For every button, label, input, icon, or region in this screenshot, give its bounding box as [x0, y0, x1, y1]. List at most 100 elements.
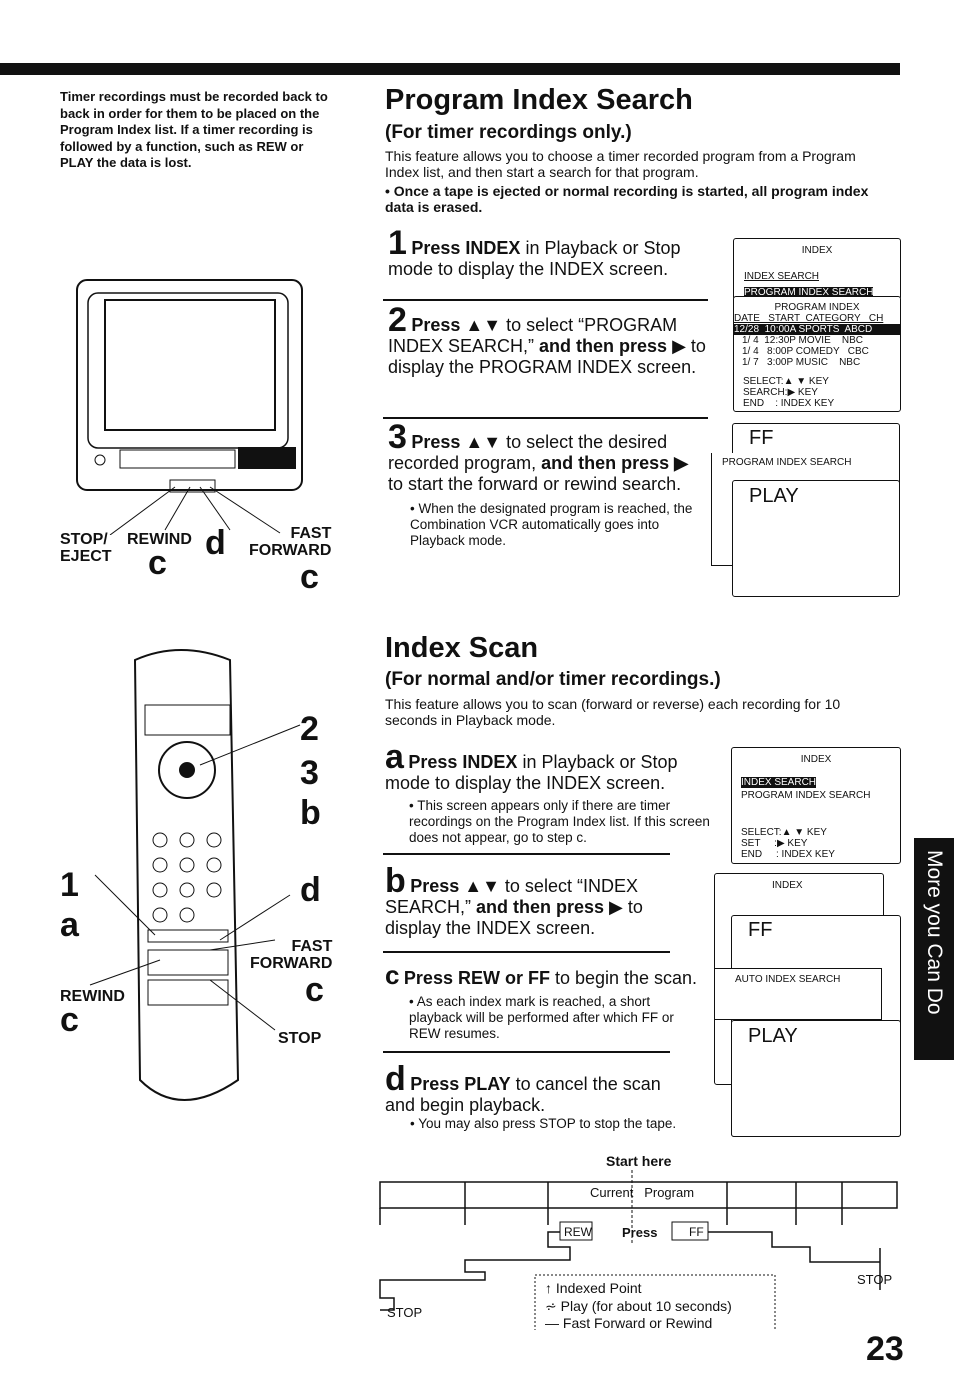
- pis-step-1: 1 Press INDEX in Playback or Stop mode t…: [388, 226, 713, 280]
- screen-item-selected: INDEX SEARCH: [741, 777, 817, 788]
- screen-ff-label: FF: [748, 919, 773, 941]
- section-title-scan: Index Scan: [385, 632, 539, 664]
- table-row: 1/ 4 8:00P COMEDY CBC: [742, 346, 869, 357]
- diagram-legend: ↑ Indexed Point ⩫ Play (for about 10 sec…: [545, 1280, 732, 1333]
- pis-bullet: • Once a tape is ejected or normal recor…: [385, 183, 869, 215]
- screen-index: INDEX INDEX SEARCH PROGRAM INDEX SEARCH: [733, 238, 901, 300]
- scan-step-a: a Press INDEX in Playback or Stop mode t…: [385, 740, 715, 846]
- step-ref: c: [148, 544, 167, 582]
- remote-illustration: [89, 649, 301, 1101]
- page-number: 23: [866, 1330, 904, 1368]
- program-label: Program: [644, 1185, 695, 1200]
- step-note: • This screen appears only if there are …: [409, 798, 710, 845]
- screen-play-label: PLAY: [748, 1025, 798, 1047]
- line-icon: —: [545, 1315, 563, 1331]
- step-ref: c: [305, 971, 324, 1009]
- screen-title: INDEX: [801, 245, 833, 256]
- step-ref: d: [205, 524, 226, 562]
- screen-label: PROGRAM INDEX SEARCH: [722, 457, 852, 468]
- key-hint: SEARCH:▶ KEY: [743, 387, 818, 398]
- key-hint: END : INDEX KEY: [741, 849, 835, 860]
- screen-item: PROGRAM INDEX SEARCH: [741, 790, 871, 801]
- scan-intro: This feature allows you to scan (forward…: [385, 696, 841, 728]
- screen-program-index: PROGRAM INDEX DATE START CATEGORY CH 12/…: [733, 296, 901, 412]
- left-note: Timer recordings must be recorded back t…: [60, 89, 328, 170]
- screen-ff-label: FF: [749, 427, 774, 449]
- screen-auto-search: AUTO INDEX SEARCH: [714, 968, 882, 1020]
- scan-step-c: c Press REW or FF to begin the scan. • A…: [385, 960, 715, 1042]
- rew-button-label: REW: [564, 1225, 592, 1239]
- legend-item: Play (for about 10 seconds): [560, 1297, 732, 1314]
- screen-title: INDEX: [772, 880, 803, 891]
- screen-title: INDEX: [800, 754, 832, 765]
- step-number: 1: [388, 224, 407, 262]
- step-ref: 1: [60, 866, 79, 904]
- label-stop-eject: STOP/ EJECT: [60, 531, 112, 565]
- step-ref: a: [60, 906, 79, 944]
- step-ref: 3: [300, 754, 319, 792]
- screen-play-scan: PLAY: [731, 1020, 901, 1137]
- screen-item: INDEX SEARCH: [744, 271, 820, 282]
- label-fast-forward: FAST FORWARD: [249, 525, 332, 559]
- step-bold: and then press ▶: [541, 453, 688, 473]
- step-bold: Press PLAY: [410, 1074, 511, 1094]
- pis-intro: This feature allows you to choose a time…: [385, 148, 856, 180]
- screen-label: AUTO INDEX SEARCH: [735, 974, 841, 985]
- step-note: • You may also press STOP to stop the ta…: [410, 1116, 677, 1131]
- current-label: Current: [590, 1185, 634, 1200]
- table-header: DATE START CATEGORY CH: [734, 313, 884, 324]
- scan-step-b: b Press ▲▼ to select “INDEX SEARCH,” and…: [385, 864, 685, 939]
- side-tab-label: More you Can Do: [923, 850, 946, 1015]
- scan-step-d: d Press PLAY to cancel the scan and begi…: [385, 1062, 685, 1116]
- manual-page: Timer recordings must be recorded back t…: [0, 0, 954, 1374]
- step-letter: d: [385, 1060, 406, 1098]
- table-row: 1/ 7 3:00P MUSIC NBC: [742, 357, 861, 368]
- label-stop: STOP: [278, 1030, 322, 1047]
- step-text: to begin the scan.: [549, 968, 698, 988]
- pis-step-3: 3 Press ▲▼ to select the desired recorde…: [388, 420, 703, 549]
- step-number: 2: [388, 301, 407, 339]
- step-ref: b: [300, 794, 321, 832]
- screen-title: PROGRAM INDEX: [774, 302, 860, 313]
- section-subtitle-scan: (For normal and/or timer recordings.): [385, 669, 721, 690]
- step-bold: and then press: [476, 897, 605, 917]
- screen-index-scan: INDEX INDEX SEARCH PROGRAM INDEX SEARCH …: [731, 747, 901, 864]
- label-current-program: Current Program: [590, 1185, 694, 1200]
- step-bold: Press ▲▼: [411, 315, 502, 335]
- top-rule: [0, 63, 900, 75]
- step-note: • As each index mark is reached, a short…: [409, 994, 674, 1041]
- key-hint: SELECT:▲ ▼ KEY: [741, 827, 827, 838]
- label-fast-forward: FAST FORWARD: [250, 938, 333, 972]
- legend-item: Indexed Point: [555, 1280, 642, 1296]
- step-letter: a: [385, 738, 404, 776]
- key-hint: SELECT:▲ ▼ KEY: [743, 376, 829, 387]
- step-ref: c: [300, 558, 319, 596]
- section-title-pis: Program Index Search: [385, 84, 693, 116]
- step-bold: Press ▲▼: [410, 876, 500, 896]
- key-hint: END : INDEX KEY: [743, 398, 835, 409]
- step-ref: d: [300, 871, 321, 909]
- step-bold: Press INDEX: [408, 752, 518, 772]
- step-ref: c: [60, 1001, 79, 1039]
- step-letter: c: [385, 960, 400, 990]
- step-bold: and then press: [539, 336, 668, 356]
- stop-label: STOP: [857, 1272, 893, 1287]
- step-bold: Press INDEX: [411, 238, 521, 258]
- section-subtitle-pis: (For timer recordings only.): [385, 122, 632, 143]
- step-note: • When the designated program is reached…: [410, 501, 693, 548]
- start-here-label: Start here: [606, 1153, 672, 1169]
- table-row-selected: 12/28 10:00A SPORTS ABCD: [734, 324, 900, 335]
- step-text: to start the forward or rewind search.: [388, 474, 682, 494]
- step-bold: Press ▲▼: [411, 432, 502, 452]
- key-hint: SET :▶ KEY: [741, 838, 808, 849]
- indexed-point-icon: ↑: [545, 1280, 556, 1296]
- step-number: 3: [388, 418, 407, 456]
- tv-vcr-illustration: [76, 279, 303, 535]
- screen-play-label: PLAY: [749, 485, 799, 507]
- side-tab: More you Can Do: [914, 838, 954, 1060]
- press-label: Press: [622, 1225, 658, 1240]
- table-row: 1/ 4 12:30P MOVIE NBC: [742, 335, 863, 346]
- pis-step-2: 2 Press ▲▼ to select “PROGRAM INDEX SEAR…: [388, 303, 713, 378]
- ff-button-label: FF: [689, 1225, 704, 1239]
- step-letter: b: [385, 862, 406, 900]
